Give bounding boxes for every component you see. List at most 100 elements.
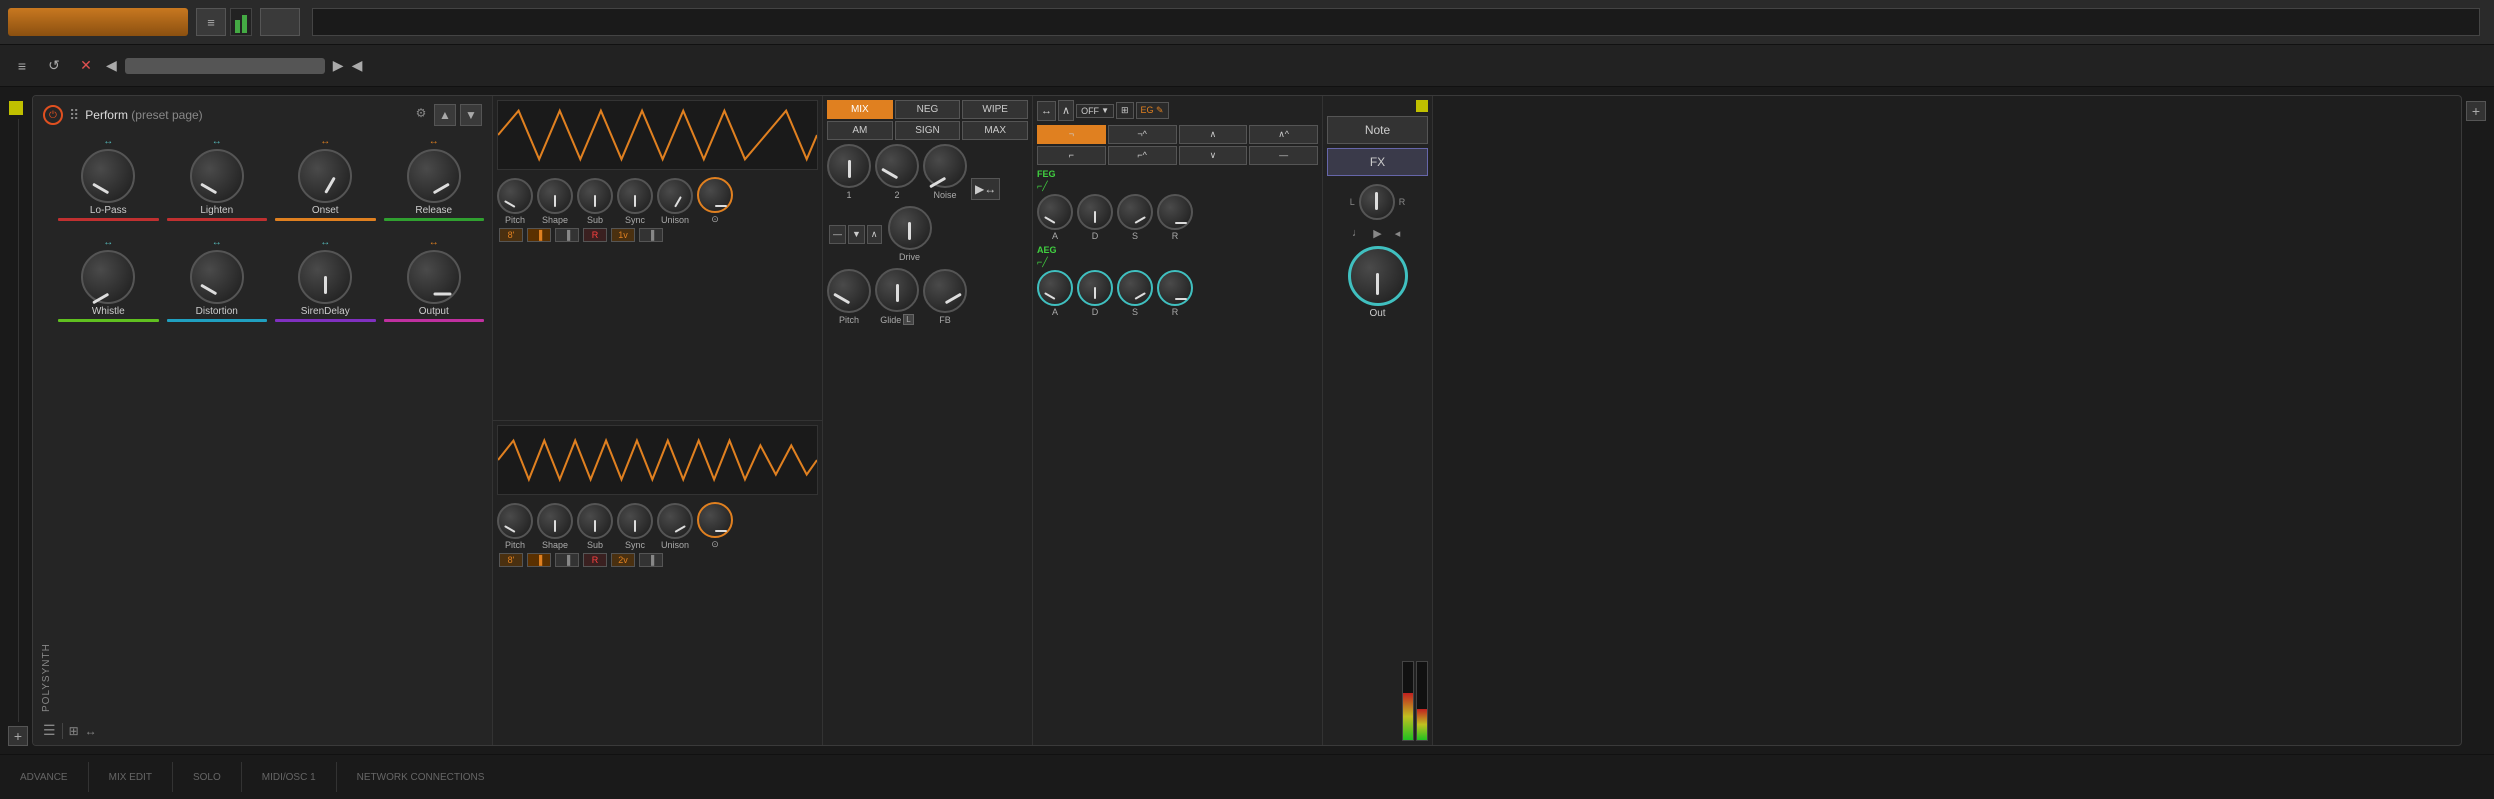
osc1-oo-knob[interactable] [697,177,733,213]
osc1-val-shape[interactable]: ▐ [527,228,551,242]
bottom-item-advance[interactable]: ADVANCE [20,772,68,783]
feg-a-knob[interactable] [1037,194,1073,230]
osc1-val-unison[interactable]: 1v [611,228,635,242]
env-eg-btn[interactable]: EG ✎ [1136,102,1169,119]
osc2-sync-knob[interactable] [617,503,653,539]
fb-knob[interactable] [923,269,967,313]
osc1-val-sub[interactable]: ▐ [555,228,579,242]
wave-btn-5[interactable]: ⌐ [1037,146,1106,165]
panel-down-btn[interactable]: ▼ [460,104,482,126]
note-button[interactable]: Note [1327,116,1428,144]
feg-s-knob[interactable] [1117,194,1153,230]
drive-minus-btn[interactable]: — [829,225,846,244]
knob-output-control[interactable] [407,250,461,304]
settings-icon[interactable]: ⚙ [412,104,430,122]
wave-btn-2[interactable]: ¬^ [1108,125,1177,144]
osc2-unison-knob[interactable] [657,503,693,539]
knob-distortion-control[interactable] [190,250,244,304]
panel-up-btn[interactable]: ▲ [434,104,456,126]
drive-knob[interactable] [888,206,932,250]
feg-r-knob[interactable] [1157,194,1193,230]
wave-btn-8[interactable]: — [1249,146,1318,165]
bottom-item-network[interactable]: NETWORK CONNECTIONS [357,772,485,783]
knob-whistle-control[interactable] [81,250,135,304]
aeg-a-knob[interactable] [1037,270,1073,306]
wave-btn-7[interactable]: ∨ [1179,146,1248,165]
pitch-knob[interactable] [827,269,871,313]
mixer-knob1[interactable] [827,144,871,188]
note-pin-icon[interactable]: ♩ [1349,224,1367,242]
osc2-val-shape[interactable]: ▐ [527,553,551,567]
list-icon[interactable]: ≡ [196,8,226,36]
drag-handle[interactable]: ⠿ [69,107,79,124]
glide-l-btn[interactable]: L [903,314,913,325]
osc1-shape-knob[interactable] [537,178,573,214]
mix-btn-mix[interactable]: MIX [827,100,893,119]
osc2-oo-knob[interactable] [697,502,733,538]
env-lambda-btn[interactable]: ∧ [1058,100,1074,121]
env-arrow-btn[interactable]: ↔ [1037,101,1056,121]
osc2-val-oct[interactable]: 8' [499,553,523,567]
aeg-s-knob[interactable] [1117,270,1153,306]
osc2-val-sub[interactable]: ▐ [555,553,579,567]
mix-btn-wipe[interactable]: WIPE [962,100,1028,119]
aeg-r-knob[interactable] [1157,270,1193,306]
osc1-unison-knob[interactable] [657,178,693,214]
glide-knob[interactable] [875,268,919,312]
osc1-sync-knob[interactable] [617,178,653,214]
osc1-val-oct[interactable]: 8' [499,228,523,242]
wave-btn-3[interactable]: ∧ [1179,125,1248,144]
knob-sirendelay-control[interactable] [298,250,352,304]
mixer-noise-knob[interactable] [923,144,967,188]
arrow-icon[interactable]: ↔ [85,724,97,738]
note-vol-icon[interactable]: ◂ [1389,224,1407,242]
scrollbar[interactable] [125,58,325,74]
feg-d-knob[interactable] [1077,194,1113,230]
mix-btn-max[interactable]: MAX [962,121,1028,140]
mixer-arrow-btn[interactable]: ▶↔ [971,178,1000,200]
scroll-right2[interactable]: ◀ [352,57,363,74]
osc2-sub-knob[interactable] [577,503,613,539]
track-name-bar[interactable] [8,8,188,36]
grid-icon[interactable]: ⊞ [69,724,79,738]
wave-btn-6[interactable]: ⌐^ [1108,146,1177,165]
osc1-pitch-knob[interactable] [497,178,533,214]
mix-btn-am[interactable]: AM [827,121,893,140]
scroll-left[interactable]: ◀ [106,57,117,74]
out-knob[interactable] [1348,246,1408,306]
osc2-shape-knob[interactable] [537,503,573,539]
scroll-right[interactable]: ▶ [333,57,344,74]
mix-btn-sign[interactable]: SIGN [895,121,961,140]
drive-lambda-btn[interactable]: ∧ [867,225,882,244]
osc2-val-unison[interactable]: 2v [611,553,635,567]
aeg-d-knob[interactable] [1077,270,1113,306]
knob-lighten-control[interactable] [190,149,244,203]
wave-btn-4[interactable]: ∧^ [1249,125,1318,144]
osc2-val-sync[interactable]: R [583,553,607,567]
knob-lopass-control[interactable] [81,149,135,203]
fx-button[interactable]: FX [1327,148,1428,176]
add-right-btn[interactable]: + [2466,101,2486,121]
knob-onset-control[interactable] [298,149,352,203]
page-icon[interactable]: ☰ [43,722,56,739]
osc1-val-oo[interactable]: ▐ [639,228,663,242]
env-grid-btn[interactable]: ⊞ [1116,102,1134,119]
add-track-btn[interactable]: + [8,726,28,746]
mix-btn-neg[interactable]: NEG [895,100,961,119]
env-off-dropdown[interactable]: OFF ▼ [1076,104,1114,118]
note-play-icon[interactable]: ▶ [1369,224,1387,242]
osc1-sub-knob[interactable] [577,178,613,214]
bottom-item-mix[interactable]: MIX EDIT [109,772,152,783]
knob-release-control[interactable] [407,149,461,203]
undo-btn[interactable]: ↺ [42,54,66,78]
osc2-val-oo[interactable]: ▐ [639,553,663,567]
lr-knob[interactable] [1359,184,1395,220]
power-button[interactable]: ⏻ [43,105,63,125]
bottom-item-midi[interactable]: MIDI/OSC 1 [262,772,316,783]
list-btn[interactable]: ≡ [10,54,34,78]
close-btn[interactable]: ✕ [74,54,98,78]
drive-arrow-btn[interactable]: ▼ [848,225,865,244]
wave-btn-1[interactable]: ¬ [1037,125,1106,144]
bottom-item-solo[interactable]: SOLO [193,772,221,783]
osc2-pitch-knob[interactable] [497,503,533,539]
